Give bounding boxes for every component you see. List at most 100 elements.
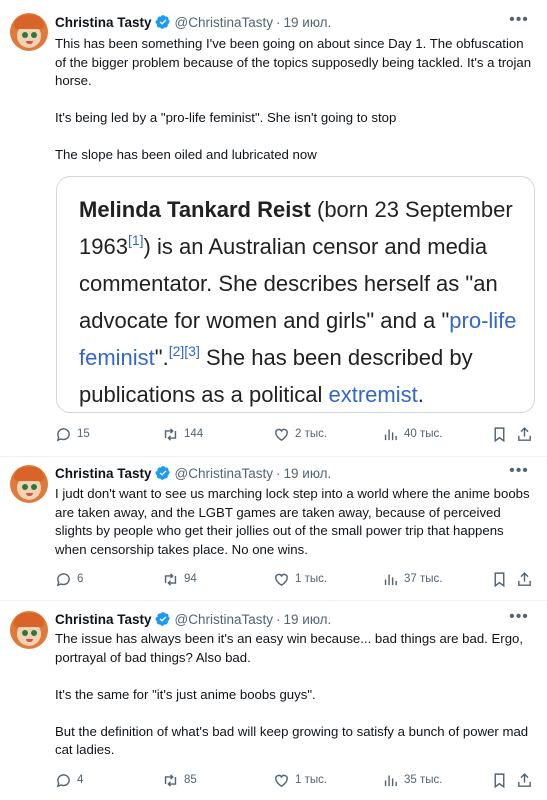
- quote-text: ) is an Australian censor and media comm…: [79, 234, 498, 333]
- views-icon: [384, 429, 397, 440]
- retweet-count: 94: [184, 573, 197, 585]
- author-name[interactable]: Christina Tasty: [55, 466, 152, 481]
- like-button[interactable]: 2 тыс.: [273, 424, 327, 444]
- share-icon: [518, 772, 531, 787]
- reply-count: 4: [77, 774, 84, 786]
- avatar-hair: [14, 613, 44, 627]
- reply-button[interactable]: 4: [55, 770, 83, 790]
- bookmark-icon: [494, 772, 505, 788]
- tweet-date[interactable]: 19 июл.: [284, 15, 332, 30]
- quote-text: ".: [154, 345, 169, 370]
- reply-icon: [56, 427, 70, 441]
- share-icon: [518, 571, 531, 586]
- view-count: 35 тыс.: [404, 774, 443, 786]
- quote-link: extremist: [328, 382, 418, 407]
- retweet-button[interactable]: 144: [162, 424, 203, 444]
- author-handle[interactable]: @ChristinaTasty: [175, 466, 273, 481]
- heart-icon: [275, 573, 288, 586]
- retweet-button[interactable]: 94: [162, 569, 197, 589]
- tweet-actions: 15 144 2 тыс. 40 тыс.: [55, 424, 535, 444]
- reply-button[interactable]: 6: [55, 569, 83, 589]
- divider: [0, 600, 547, 601]
- author-name[interactable]: Christina Tasty: [55, 612, 152, 627]
- views-button[interactable]: 35 тыс.: [382, 770, 442, 790]
- verified-badge-icon: [155, 466, 170, 480]
- reply-button[interactable]: 15: [55, 424, 90, 444]
- views-icon: [384, 574, 397, 585]
- tweet-header: Christina Tasty @ChristinaTasty · 19 июл…: [55, 463, 331, 483]
- like-count: 1 тыс.: [295, 774, 328, 786]
- avatar-eye: [22, 630, 28, 636]
- avatar[interactable]: [10, 611, 48, 649]
- bookmark-icon: [494, 426, 505, 442]
- like-button[interactable]: 1 тыс.: [273, 770, 327, 790]
- avatar[interactable]: [10, 13, 48, 51]
- retweet-button[interactable]: 85: [162, 770, 197, 790]
- tweet-paragraph: It's the same for "it's just anime boobs…: [55, 686, 316, 702]
- heart-icon: [275, 428, 288, 441]
- tweet-text: The issue has always been it's an easy w…: [55, 630, 535, 760]
- like-button[interactable]: 1 тыс.: [273, 569, 327, 589]
- separator: ·: [276, 465, 281, 481]
- avatar-eye: [31, 484, 37, 490]
- views-button[interactable]: 40 тыс.: [382, 424, 442, 444]
- quote-text: .: [417, 382, 424, 407]
- quote-subject-name: Melinda Tankard Reist: [79, 197, 311, 222]
- separator: ·: [276, 611, 281, 627]
- more-options-icon[interactable]: •••: [509, 12, 529, 34]
- share-button[interactable]: [516, 770, 538, 790]
- retweet-count: 85: [184, 774, 197, 786]
- views-icon: [384, 775, 397, 786]
- quoted-image-card[interactable]: Melinda Tankard Reist (born 23 September…: [56, 176, 535, 413]
- avatar-hair: [14, 15, 44, 29]
- tweet-paragraph: The issue has always been it's an easy w…: [55, 631, 524, 665]
- reply-icon: [56, 572, 70, 586]
- retweet-icon: [164, 572, 177, 586]
- bookmark-button[interactable]: [491, 424, 513, 444]
- separator: ·: [276, 14, 281, 30]
- more-options-icon[interactable]: •••: [509, 609, 529, 631]
- quote-reference: [2][3]: [168, 343, 200, 359]
- like-count: 1 тыс.: [295, 573, 328, 585]
- tweet-actions: 6 94 1 тыс. 37 тыс.: [55, 569, 535, 589]
- avatar-mouth: [26, 41, 33, 44]
- avatar-hair: [14, 467, 44, 481]
- share-button[interactable]: [516, 569, 538, 589]
- more-options-icon[interactable]: •••: [509, 463, 529, 485]
- divider: [0, 456, 547, 457]
- retweet-icon: [164, 427, 177, 441]
- author-name[interactable]: Christina Tasty: [55, 15, 152, 30]
- reply-count: 15: [77, 428, 90, 440]
- bookmark-button[interactable]: [491, 569, 513, 589]
- share-icon: [518, 426, 531, 441]
- verified-badge-icon: [155, 15, 170, 29]
- avatar-eye: [22, 484, 28, 490]
- reply-count: 6: [77, 573, 84, 585]
- avatar-mouth: [26, 639, 33, 642]
- author-handle[interactable]: @ChristinaTasty: [175, 15, 273, 30]
- bookmark-icon: [494, 571, 505, 587]
- view-count: 40 тыс.: [404, 428, 443, 440]
- avatar-eye: [31, 630, 37, 636]
- tweet-paragraph: I judt don't want to see us marching loc…: [55, 486, 530, 557]
- tweet-paragraph: This has been something I've been going …: [55, 36, 532, 88]
- tweet-header: Christina Tasty @ChristinaTasty · 19 июл…: [55, 609, 331, 629]
- avatar-mouth: [26, 493, 33, 496]
- bookmark-button[interactable]: [491, 770, 513, 790]
- tweet-paragraph: But the definition of what's bad will ke…: [55, 723, 529, 758]
- tweet-date[interactable]: 19 июл.: [284, 612, 332, 627]
- reply-icon: [56, 773, 70, 787]
- tweet-actions: 4 85 1 тыс. 35 тыс.: [55, 770, 535, 790]
- tweet-text: I judt don't want to see us marching loc…: [55, 485, 535, 559]
- tweet-paragraph: The slope has been oiled and lubricated …: [55, 147, 317, 162]
- author-handle[interactable]: @ChristinaTasty: [175, 612, 273, 627]
- quote-reference: [1]: [127, 232, 144, 248]
- views-button[interactable]: 37 тыс.: [382, 569, 442, 589]
- share-button[interactable]: [516, 424, 538, 444]
- tweet-date[interactable]: 19 июл.: [284, 466, 332, 481]
- tweet-text: This has been something I've been going …: [55, 35, 535, 165]
- heart-icon: [275, 774, 288, 787]
- retweet-count: 144: [184, 428, 204, 440]
- tweet-paragraph: It's being led by a "pro-life feminist".…: [55, 110, 397, 125]
- avatar[interactable]: [10, 465, 48, 503]
